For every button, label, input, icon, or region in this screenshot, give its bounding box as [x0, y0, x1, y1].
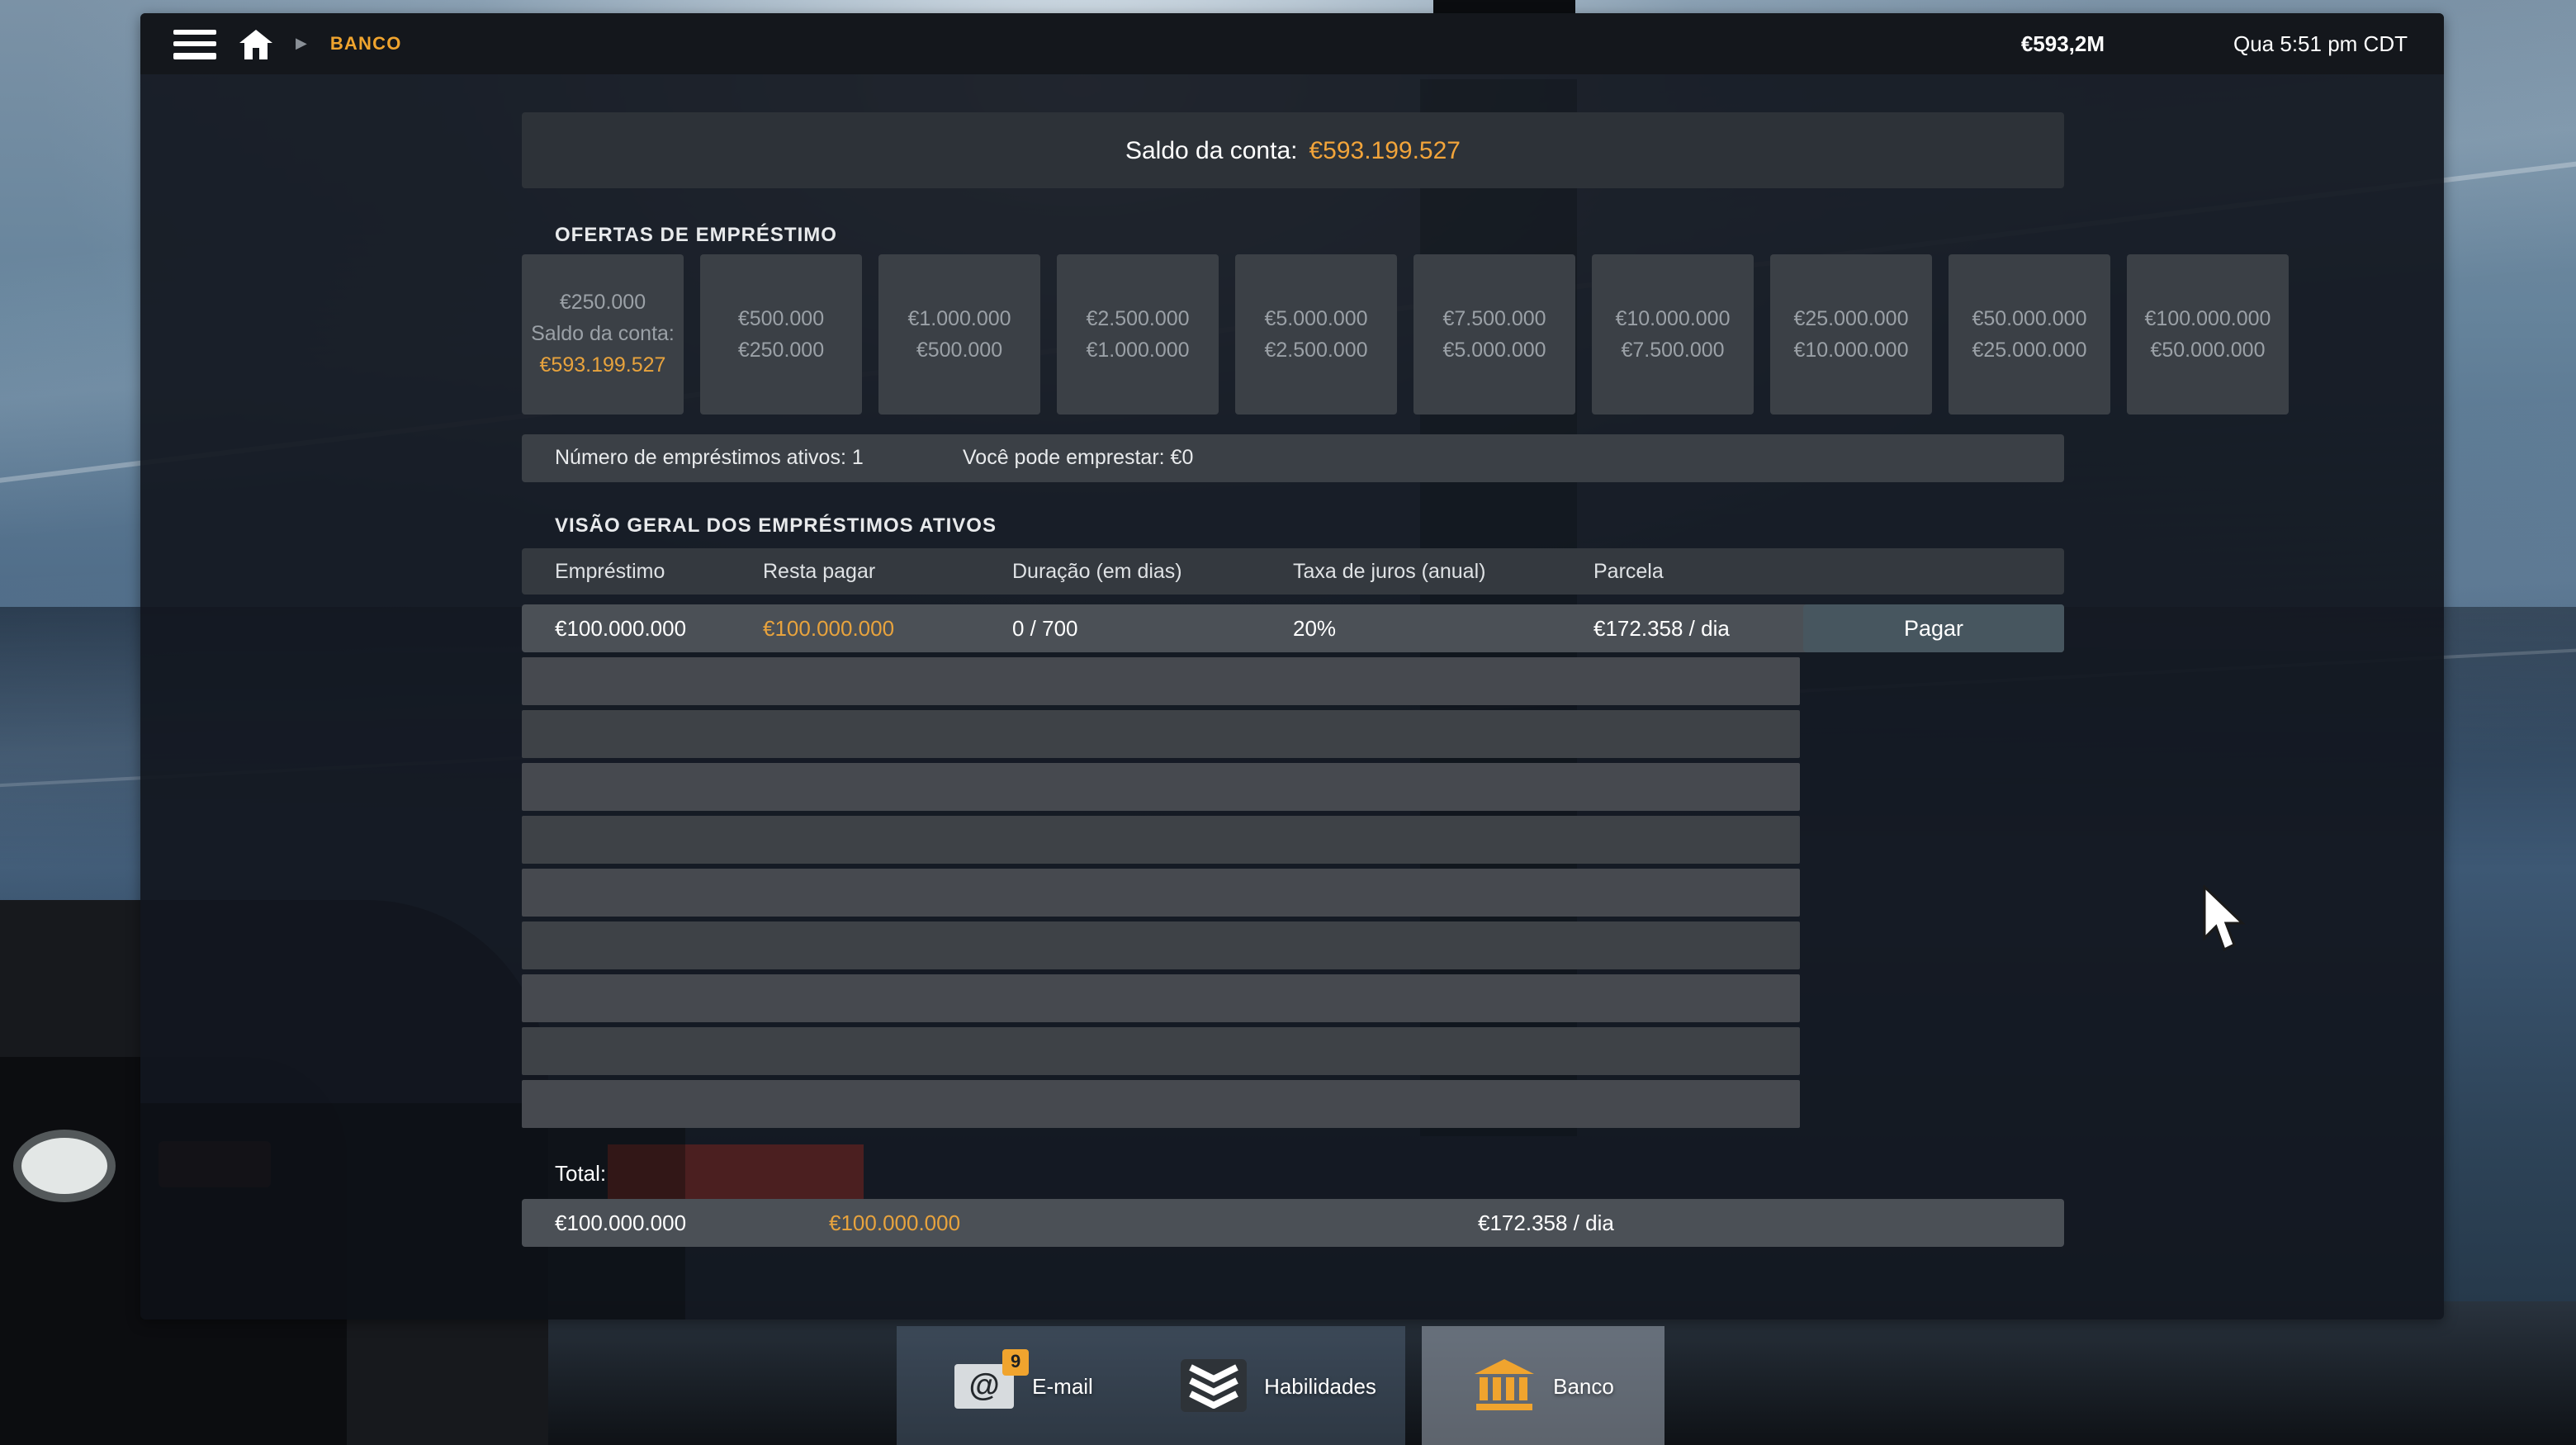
- email-icon: @ 9: [954, 1363, 1014, 1408]
- empty-loan-row: [522, 974, 1800, 1022]
- loan-interest: 20%: [1293, 604, 1336, 652]
- balance-short: €593,2M: [2021, 31, 2105, 56]
- loan-offer-amount: €25.000.000: [1793, 303, 1908, 334]
- taskbar-item-bank[interactable]: Banco: [1422, 1326, 1664, 1445]
- account-balance-bar: Saldo da conta: €593.199.527: [522, 112, 2064, 188]
- loan-offer-tooltip-label: Saldo da conta:: [531, 319, 675, 350]
- email-badge: 9: [1002, 1348, 1029, 1375]
- col-emprestimo: Empréstimo: [555, 548, 665, 595]
- loan-offer-requirement: €25.000.000: [1972, 334, 2086, 366]
- empty-loan-row: [522, 921, 1800, 969]
- taskbar-item-email[interactable]: @ 9 E-mail: [897, 1326, 1151, 1445]
- loans-table-header: Empréstimo Resta pagar Duração (em dias)…: [522, 548, 2064, 595]
- home-icon[interactable]: [239, 29, 272, 59]
- loan-duration: 0 / 700: [1012, 604, 1078, 652]
- empty-loan-row: [522, 816, 1800, 864]
- loan-offer-requirement: €2.500.000: [1264, 334, 1367, 366]
- loan-offer-card[interactable]: €7.500.000 €5.000.000: [1413, 254, 1575, 415]
- bank-icon: [1472, 1359, 1535, 1412]
- loan-offer-requirement: €7.500.000: [1621, 334, 1724, 366]
- menu-icon[interactable]: [173, 29, 216, 59]
- loan-offer-requirement: €5.000.000: [1442, 334, 1546, 366]
- breadcrumb: BANCO: [330, 34, 402, 54]
- col-duracao: Duração (em dias): [1012, 548, 1182, 595]
- loan-table-row: €100.000.000 €100.000.000 0 / 700 20% €1…: [522, 604, 2064, 652]
- empty-loan-rows: [522, 657, 1800, 1133]
- loan-offer-card[interactable]: €250.000 Saldo da conta: €593.199.527: [522, 254, 684, 415]
- loan-offer-requirement: €50.000.000: [2150, 334, 2265, 366]
- loan-offer-card[interactable]: €10.000.000 €7.500.000: [1592, 254, 1754, 415]
- loan-offer-requirement: €500.000: [916, 334, 1002, 366]
- loan-offer-amount: €10.000.000: [1615, 303, 1730, 334]
- loan-offer-requirement: €1.000.000: [1086, 334, 1189, 366]
- game-screen: ▶ BANCO €593,2M Qua 5:51 pm CDT Saldo da…: [0, 0, 2576, 1445]
- borrow-capacity: Você pode emprestar: €0: [963, 434, 1193, 482]
- empty-loan-row: [522, 657, 1800, 705]
- breadcrumb-arrow-icon: ▶: [296, 35, 307, 53]
- loan-offer-amount: €7.500.000: [1442, 303, 1546, 334]
- total-installment: €172.358 / dia: [1478, 1199, 1614, 1247]
- skills-icon: [1180, 1359, 1246, 1412]
- loan-status-bar: Número de empréstimos ativos: 1 Você pod…: [522, 434, 2064, 482]
- col-parcela: Parcela: [1593, 548, 1664, 595]
- col-taxa-juros: Taxa de juros (anual): [1293, 548, 1485, 595]
- game-datetime: Qua 5:51 pm CDT: [2233, 31, 2408, 56]
- total-label: Total:: [555, 1161, 606, 1186]
- loan-offer-card[interactable]: €2.500.000 €1.000.000: [1057, 254, 1219, 415]
- account-balance-label: Saldo da conta:: [1125, 136, 1298, 164]
- top-bar-right: €593,2M Qua 5:51 pm CDT: [2021, 31, 2444, 56]
- active-loans-title: VISÃO GERAL DOS EMPRÉSTIMOS ATIVOS: [555, 514, 997, 537]
- total-loan-amount: €100.000.000: [555, 1199, 686, 1247]
- loan-offer-card[interactable]: €100.000.000 €50.000.000: [2127, 254, 2289, 415]
- taskbar-item-skills[interactable]: Habilidades: [1151, 1326, 1405, 1445]
- total-remaining: €100.000.000: [829, 1199, 960, 1247]
- loan-offer-card[interactable]: €25.000.000 €10.000.000: [1770, 254, 1932, 415]
- loan-offer-amount: €5.000.000: [1264, 303, 1367, 334]
- loan-offer-amount: €500.000: [738, 303, 824, 334]
- empty-loan-row: [522, 710, 1800, 758]
- empty-loan-row: [522, 763, 1800, 811]
- loan-offer-card[interactable]: €50.000.000 €25.000.000: [1949, 254, 2110, 415]
- loan-offer-amount: €50.000.000: [1972, 303, 2086, 334]
- total-bar: €100.000.000 €100.000.000 €172.358 / dia: [522, 1199, 2064, 1247]
- account-balance-value: €593.199.527: [1309, 136, 1461, 164]
- empty-loan-row: [522, 1027, 1800, 1075]
- taskbar: @ 9 E-mail Habilidades: [897, 1326, 1664, 1445]
- pay-button[interactable]: Pagar: [1803, 604, 2064, 652]
- top-bar: ▶ BANCO €593,2M Qua 5:51 pm CDT: [140, 13, 2444, 74]
- loan-offer-card[interactable]: €1.000.000 €500.000: [878, 254, 1040, 415]
- loan-offers-title: OFERTAS DE EMPRÉSTIMO: [555, 223, 837, 246]
- bank-panel: ▶ BANCO €593,2M Qua 5:51 pm CDT Saldo da…: [140, 13, 2444, 1319]
- loan-offer-amount: €1.000.000: [907, 303, 1011, 334]
- loan-remaining: €100.000.000: [763, 604, 894, 652]
- col-resta-pagar: Resta pagar: [763, 548, 875, 595]
- taskbar-label-email: E-mail: [1032, 1373, 1093, 1398]
- loan-offer-requirement: €250.000: [738, 334, 824, 366]
- truck-headlight: [13, 1130, 116, 1202]
- loan-offer-card[interactable]: €5.000.000 €2.500.000: [1235, 254, 1397, 415]
- loan-installment: €172.358 / dia: [1593, 604, 1730, 652]
- loan-amount: €100.000.000: [555, 604, 686, 652]
- loan-offer-amount: €2.500.000: [1086, 303, 1189, 334]
- active-loans-count: Número de empréstimos ativos: 1: [555, 434, 864, 482]
- taskbar-label-bank: Banco: [1553, 1373, 1614, 1398]
- top-bar-left: ▶ BANCO: [140, 29, 402, 59]
- empty-loan-row: [522, 869, 1800, 917]
- taskbar-label-skills: Habilidades: [1264, 1373, 1376, 1398]
- loan-offer-tooltip-value: €593.199.527: [540, 350, 666, 381]
- loan-offer-requirement: €10.000.000: [1793, 334, 1908, 366]
- loan-offer-amount: €100.000.000: [2145, 303, 2271, 334]
- loan-offers-row: €250.000 Saldo da conta: €593.199.527 €5…: [522, 254, 2295, 415]
- loan-offer-card[interactable]: €500.000 €250.000: [700, 254, 862, 415]
- loan-offer-amount: €250.000: [560, 287, 646, 319]
- taskbar-strip: @ 9 E-mail Habilidades: [897, 1326, 1405, 1445]
- empty-loan-row: [522, 1080, 1800, 1128]
